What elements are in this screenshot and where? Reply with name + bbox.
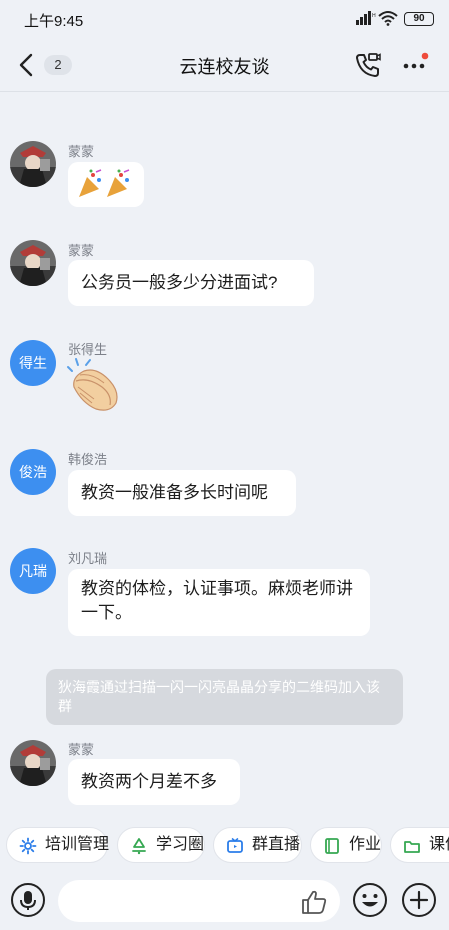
system-notice: 狄海霞通过扫描一闪一闪亮晶晶分享的二维码加入该群 bbox=[46, 669, 403, 725]
party-popper-icon bbox=[79, 169, 130, 197]
svg-text:HD: HD bbox=[372, 13, 376, 19]
avatar[interactable]: 俊浩 bbox=[10, 449, 56, 495]
sender-name: 张得生 bbox=[68, 342, 108, 357]
wifi-icon bbox=[378, 11, 398, 26]
more-options-icon[interactable] bbox=[400, 52, 432, 78]
profile-photo-icon bbox=[10, 740, 56, 786]
profile-photo-icon bbox=[10, 240, 56, 286]
quick-action-courseware[interactable]: 课件 bbox=[390, 827, 449, 863]
battery-level: 90 bbox=[413, 13, 425, 24]
status-bar: 上午9:45 HD 90 bbox=[0, 0, 449, 38]
clapping-hands-icon[interactable] bbox=[66, 357, 126, 413]
quick-action-group-live[interactable]: 群直播 bbox=[213, 827, 302, 863]
phone-call-icon[interactable] bbox=[354, 51, 382, 79]
input-bar bbox=[0, 870, 449, 930]
quick-action-study-circle[interactable]: 学习圈 bbox=[117, 827, 205, 863]
signal-icon: HD bbox=[356, 11, 376, 25]
quick-action-label: 培训管理 bbox=[45, 836, 110, 853]
notification-dot bbox=[421, 52, 429, 60]
quick-action-label: 作业 bbox=[349, 836, 382, 853]
quick-action-homework[interactable]: 作业 bbox=[310, 827, 382, 863]
battery-indicator: 90 bbox=[404, 12, 434, 26]
chat-header: 2 云连校友谈 bbox=[0, 38, 449, 92]
avatar[interactable] bbox=[10, 141, 56, 187]
sender-name: 韩俊浩 bbox=[68, 452, 108, 467]
status-time: 上午9:45 bbox=[24, 13, 84, 30]
message-bubble[interactable]: 公务员一般多少分进面试? bbox=[68, 260, 314, 306]
live-tv-icon bbox=[227, 837, 243, 853]
quick-actions-bar: 培训管理 学习圈 群直播 作业 课件 bbox=[0, 822, 449, 868]
quick-action-label: 群直播 bbox=[252, 836, 301, 853]
message-list[interactable]: 蒙蒙 蒙蒙 公务员一般多少分进面试? 得生 张得生 俊浩 韩俊浩 教资一般准备多… bbox=[0, 93, 449, 820]
avatar[interactable]: 凡瑞 bbox=[10, 548, 56, 594]
thumbs-up-icon[interactable] bbox=[300, 888, 328, 916]
emoji-icon[interactable] bbox=[352, 882, 388, 918]
profile-photo-icon bbox=[10, 141, 56, 187]
message-bubble[interactable]: 教资的体检，认证事项。麻烦老师讲一下。 bbox=[68, 569, 370, 636]
sender-name: 蒙蒙 bbox=[68, 144, 95, 159]
notebook-icon bbox=[325, 838, 339, 854]
folder-icon bbox=[404, 841, 420, 853]
recycle-icon bbox=[132, 838, 146, 855]
sender-name: 刘凡瑞 bbox=[68, 551, 108, 566]
message-bubble[interactable]: 教资一般准备多长时间呢 bbox=[68, 470, 296, 516]
avatar[interactable] bbox=[10, 740, 56, 786]
quick-action-label: 学习圈 bbox=[156, 836, 205, 853]
quick-action-label: 课件 bbox=[429, 836, 449, 853]
gear-icon bbox=[19, 837, 37, 855]
microphone-icon[interactable] bbox=[10, 882, 46, 918]
message-bubble[interactable]: 教资两个月差不多 bbox=[68, 759, 240, 805]
avatar[interactable]: 得生 bbox=[10, 340, 56, 386]
message-input[interactable] bbox=[58, 880, 340, 922]
sender-name: 蒙蒙 bbox=[68, 243, 95, 258]
sticker-bubble[interactable] bbox=[68, 162, 144, 207]
back-arrow-icon[interactable] bbox=[16, 52, 38, 78]
unread-count-badge[interactable]: 2 bbox=[44, 55, 72, 75]
partial-emoji-sticker bbox=[70, 93, 180, 105]
avatar[interactable] bbox=[10, 240, 56, 286]
plus-icon[interactable] bbox=[401, 882, 437, 918]
quick-action-training-management[interactable]: 培训管理 bbox=[6, 827, 110, 863]
sender-name: 蒙蒙 bbox=[68, 742, 95, 757]
